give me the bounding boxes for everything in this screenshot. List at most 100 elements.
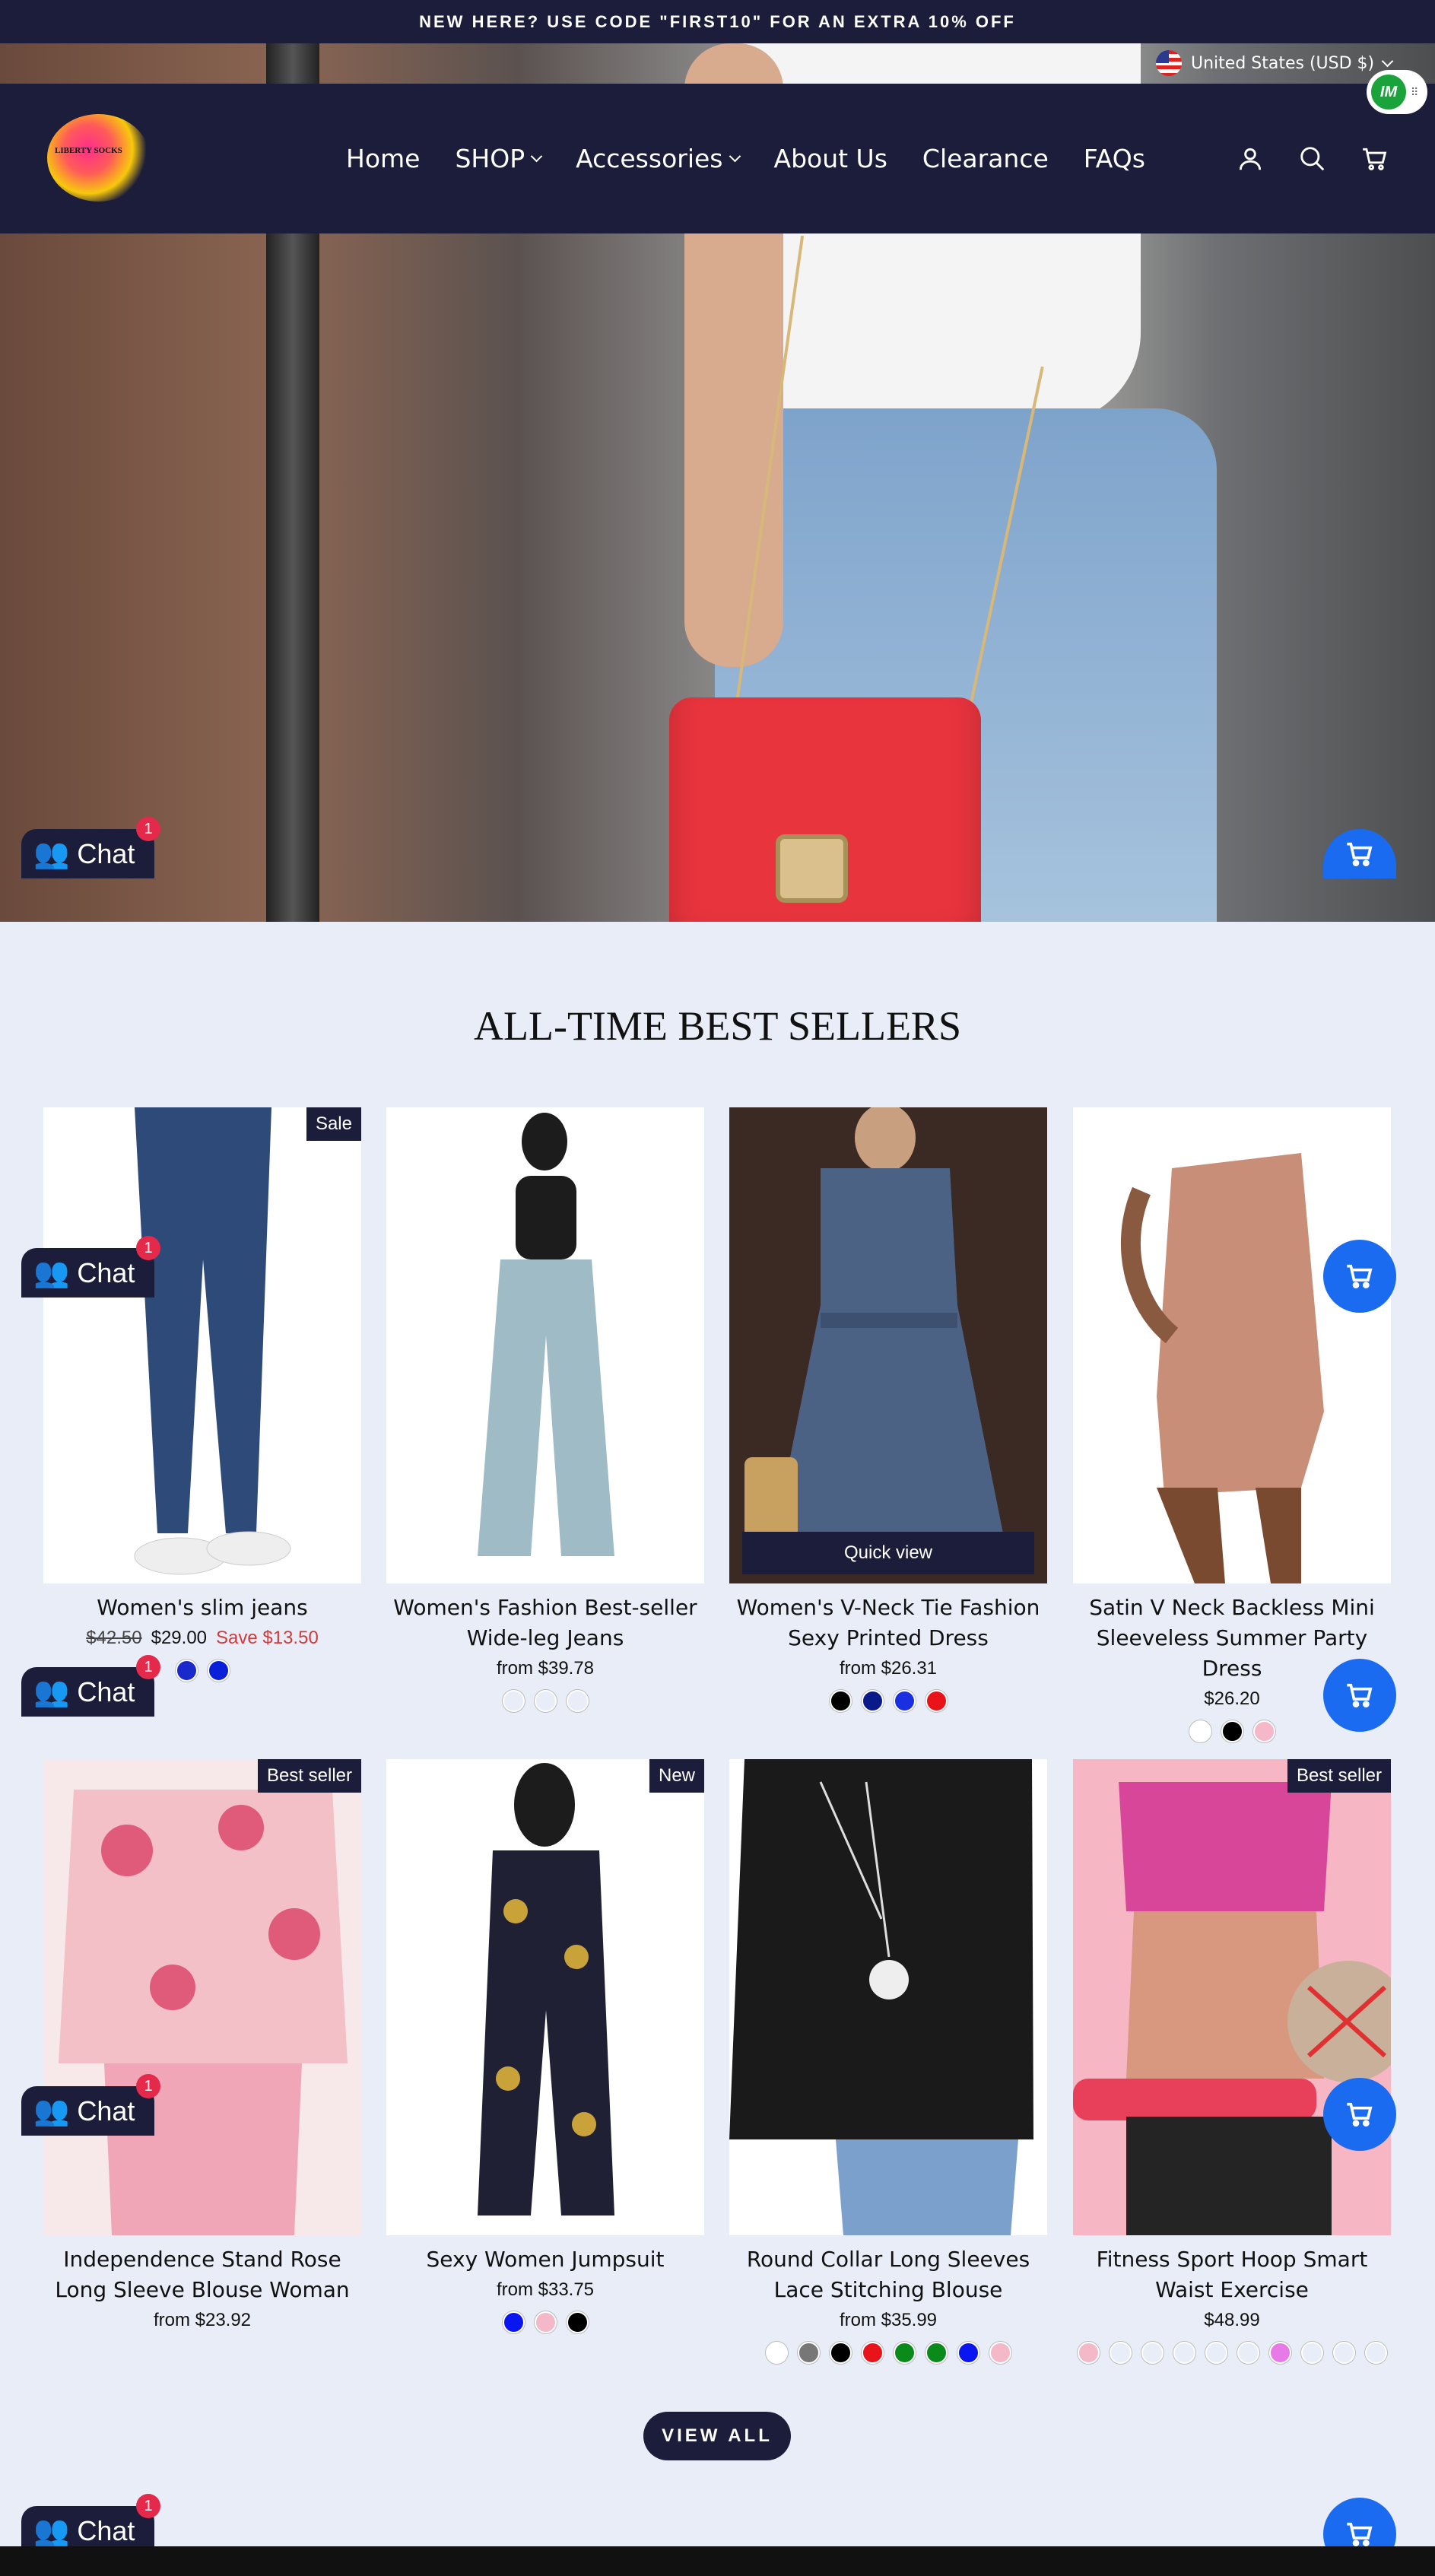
color-swatch[interactable] [861, 2342, 884, 2364]
product-card[interactable]: Best seller Independence Stand Rose Long… [43, 1759, 361, 2331]
product-image[interactable]: Quick view [729, 1107, 1047, 1583]
product-card[interactable]: Sale Women's slim jeans $42.50 $29.00 Save… [43, 1107, 361, 1682]
chevron-down-icon [530, 150, 543, 163]
color-swatch[interactable] [1189, 1720, 1211, 1742]
nav-shop[interactable]: SHOP [455, 144, 543, 173]
color-swatch[interactable] [1300, 2342, 1323, 2364]
product-image[interactable]: New [386, 1759, 704, 2235]
product-card[interactable]: Satin V Neck Backless Mini Sleeveless Su… [1073, 1107, 1391, 1742]
nav-faqs[interactable]: FAQs [1084, 144, 1145, 173]
nav-accessories[interactable]: Accessories [576, 144, 741, 173]
locale-selector[interactable]: United States (USD $) [1156, 50, 1394, 76]
product-card[interactable]: Women's Fashion Best-seller Wide-leg Jea… [386, 1107, 704, 1712]
floating-cart-button[interactable] [1323, 2078, 1396, 2151]
product-image[interactable] [386, 1107, 704, 1583]
color-swatch[interactable] [1252, 1720, 1275, 1742]
color-swatch[interactable] [957, 2342, 979, 2364]
cart-icon [1347, 2102, 1373, 2127]
product-name[interactable]: Round Collar Long Sleeves Lace Stitching… [729, 2244, 1047, 2305]
product-name[interactable]: Independence Stand Rose Long Sleeve Blou… [43, 2244, 361, 2305]
color-swatch[interactable] [1237, 2342, 1259, 2364]
site-header: LIBERTY SOCKS Home SHOP Accessories Abou… [0, 84, 1435, 233]
color-swatch[interactable] [1268, 2342, 1291, 2364]
color-swatch[interactable] [1173, 2342, 1195, 2364]
product-price: $42.50 $29.00 Save $13.50 [86, 1628, 319, 1648]
color-swatch[interactable] [175, 1660, 198, 1682]
color-swatch[interactable] [861, 1690, 884, 1712]
nav-about-us[interactable]: About Us [774, 144, 887, 173]
chat-widget[interactable]: 👥 Chat 1 [21, 817, 160, 878]
color-swatch[interactable] [207, 1660, 230, 1682]
im-widget[interactable]: IM ⠿ [1367, 70, 1427, 114]
product-name[interactable]: Fitness Sport Hoop Smart Waist Exercise [1073, 2244, 1391, 2305]
color-swatch[interactable] [893, 2342, 916, 2364]
chat-widget[interactable]: 👥 Chat 1 [21, 1655, 160, 1717]
color-swatch[interactable] [534, 2311, 557, 2333]
compare-price: $42.50 [86, 1628, 142, 1648]
floating-cart-button[interactable] [1323, 1240, 1396, 1313]
color-swatch[interactable] [893, 1690, 916, 1712]
chat-users-icon: 👥 [33, 837, 70, 870]
nav-clearance[interactable]: Clearance [922, 144, 1049, 173]
product-card[interactable]: Best seller Fitness Sport Hoop Smart Wai… [1073, 1759, 1391, 2364]
nav-home[interactable]: Home [346, 144, 420, 173]
color-swatch[interactable] [1332, 2342, 1355, 2364]
account-icon[interactable] [1236, 145, 1265, 173]
search-icon[interactable] [1298, 145, 1327, 173]
chat-unread-badge: 1 [136, 1655, 160, 1679]
color-swatch[interactable] [566, 1690, 589, 1712]
chevron-down-icon [1381, 55, 1394, 67]
quick-view-button[interactable]: Quick view [742, 1532, 1034, 1574]
color-swatch[interactable] [1109, 2342, 1132, 2364]
chevron-down-icon [729, 150, 741, 163]
product-card[interactable]: Round Collar Long Sleeves Lace Stitching… [729, 1759, 1047, 2364]
color-swatch[interactable] [765, 2342, 788, 2364]
announcement-bar: NEW HERE? USE CODE "FIRST10" FOR AN EXTR… [0, 0, 1435, 43]
fitness-hoop-illustration [1073, 1759, 1391, 2235]
view-all-button[interactable]: VIEW ALL [643, 2412, 791, 2460]
product-price: from $33.75 [496, 2279, 595, 2300]
drag-handle-icon[interactable]: ⠿ [1411, 86, 1418, 99]
product-name[interactable]: Women's Fashion Best-seller Wide-leg Jea… [386, 1593, 704, 1653]
product-price: from $35.99 [839, 2310, 938, 2330]
chat-widget[interactable]: 👥 Chat 1 [21, 2074, 160, 2136]
product-name[interactable]: Women's slim jeans [43, 1593, 361, 1623]
jumpsuit-illustration [386, 1759, 704, 2235]
color-swatches [1073, 2342, 1391, 2364]
product-card[interactable]: Quick view Women's V-Neck Tie Fashion Se… [729, 1107, 1047, 1712]
product-price: from $26.31 [839, 1658, 938, 1679]
color-swatch[interactable] [1221, 1720, 1243, 1742]
brand-logo[interactable]: LIBERTY SOCKS [47, 114, 150, 202]
color-swatch[interactable] [829, 2342, 852, 2364]
chat-unread-badge: 1 [136, 817, 160, 841]
product-image[interactable]: Best seller [43, 1759, 361, 2235]
color-swatch[interactable] [534, 1690, 557, 1712]
color-swatch[interactable] [1077, 2342, 1100, 2364]
product-image[interactable]: Best seller [1073, 1759, 1391, 2235]
product-name[interactable]: Sexy Women Jumpsuit [386, 2244, 704, 2275]
color-swatch[interactable] [566, 2311, 589, 2333]
rose-blouse-illustration [43, 1759, 361, 2235]
product-image[interactable] [729, 1759, 1047, 2235]
header-icons [1236, 145, 1389, 173]
color-swatch[interactable] [797, 2342, 820, 2364]
color-swatch[interactable] [925, 1690, 948, 1712]
color-swatch[interactable] [502, 2311, 525, 2333]
product-image[interactable]: Sale [43, 1107, 361, 1583]
product-name[interactable]: Women's V-Neck Tie Fashion Sexy Printed … [729, 1593, 1047, 1653]
chat-widget[interactable]: 👥 Chat 1 [21, 1236, 160, 1298]
color-swatch[interactable] [925, 2342, 948, 2364]
color-swatch[interactable] [829, 1690, 852, 1712]
color-swatch[interactable] [989, 2342, 1011, 2364]
floating-cart-button[interactable] [1323, 1659, 1396, 1732]
footer-edge [0, 2546, 1435, 2576]
color-swatch[interactable] [1364, 2342, 1387, 2364]
color-swatch[interactable] [1141, 2342, 1164, 2364]
product-card[interactable]: New Sexy Women Jumpsuit from $33.75 [386, 1759, 704, 2333]
cart-icon[interactable] [1360, 145, 1389, 173]
color-swatch[interactable] [1205, 2342, 1227, 2364]
color-swatch[interactable] [502, 1690, 525, 1712]
chat-unread-badge: 1 [136, 2494, 160, 2518]
product-image[interactable] [1073, 1107, 1391, 1583]
main-nav: Home SHOP Accessories About Us Clearance… [346, 84, 1145, 233]
